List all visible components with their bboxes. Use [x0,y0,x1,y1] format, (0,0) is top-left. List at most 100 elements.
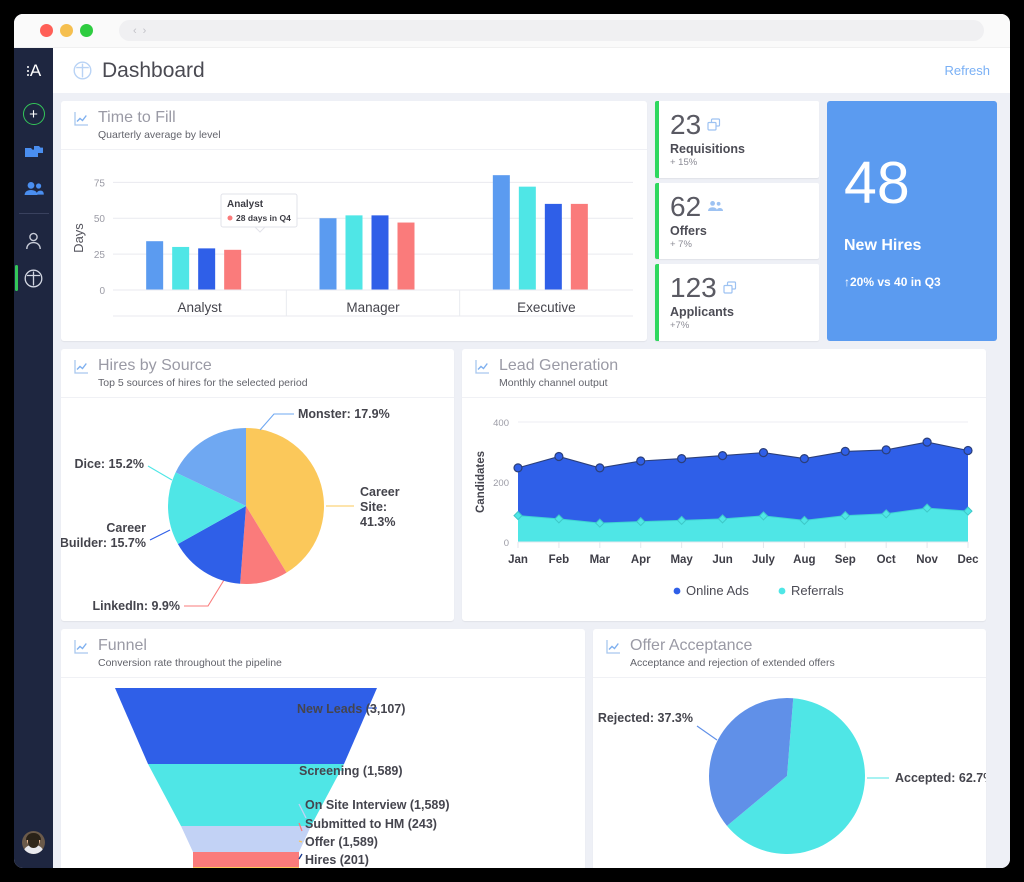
card-subtitle: Quarterly average by level [98,129,221,141]
svg-text:Dice: 15.2%: Dice: 15.2% [75,457,144,471]
kpi-value-row: 23 [670,111,808,139]
line-chart-icon [73,110,90,127]
svg-text:Jun: Jun [712,554,732,566]
hero-label: New Hires [844,237,980,255]
svg-text:Online Ads: Online Ads [686,583,749,598]
line-chart-icon [73,358,90,375]
kpi-label: Requisitions [670,142,808,156]
line-chart-icon [474,358,491,375]
card-title: Offer Acceptance [630,638,835,655]
kpi-value-row: 123 [670,274,808,302]
sidebar-item-candidates[interactable] [23,179,45,199]
kpi-value-row: 62 [670,193,808,221]
line-chart-icon [605,638,622,655]
svg-text:Nov: Nov [916,554,938,566]
svg-text:50: 50 [94,214,106,225]
chart-offer-acceptance[interactable]: Accepted: 62.7%Rejected: 37.3% [593,678,986,868]
card-lead-generation: Lead Generation Monthly channel output 0… [462,349,986,621]
svg-text:28 days in Q4: 28 days in Q4 [236,213,291,223]
chart-funnel[interactable]: New Leads (3,107)Screening (1,589)On Sit… [61,678,585,868]
svg-text:Monster: 17.9%: Monster: 17.9% [298,407,390,421]
svg-text:Manager: Manager [346,300,400,315]
svg-text:Dec: Dec [957,554,979,566]
svg-text:May: May [670,554,693,566]
svg-text:200: 200 [493,478,509,489]
traffic-lights [40,24,93,37]
person-icon [25,232,42,250]
address-bar[interactable]: ‹ › [119,20,984,41]
kpi-requisitions[interactable]: 23 Requisitions + 15% [655,101,819,178]
plus-circle-icon: + [29,107,38,122]
dashboard-row-1: Time to Fill Quarterly average by level … [61,101,1002,341]
hero-value: 48 [844,155,980,211]
chart-hires-by-source[interactable]: CareerSite:41.3%LinkedIn: 9.9%CareerBuil… [61,398,454,626]
refresh-button[interactable]: Refresh [944,63,990,78]
back-arrow-icon[interactable]: ‹ [133,25,137,37]
sidebar-item-dashboard[interactable] [23,268,45,288]
kpi-value: 23 [670,111,701,139]
card-header: Offer Acceptance Acceptance and rejectio… [593,629,986,678]
svg-text:Mar: Mar [590,554,611,566]
svg-text:July: July [752,554,776,566]
svg-text:Submitted to HM (243): Submitted to HM (243) [305,817,437,831]
sidebar-item-profile[interactable] [23,231,45,251]
svg-text:Referrals: Referrals [791,583,844,598]
chart-time-to-fill[interactable]: 0255075DaysAnalystManagerExecutiveAnalys… [61,150,647,346]
svg-text:Career: Career [106,521,146,535]
line-chart-icon [73,638,90,655]
kpi-label: Applicants [670,305,808,319]
kpi-applicants[interactable]: 123 Applicants +7% [655,264,819,341]
svg-text:Builder: 15.7%: Builder: 15.7% [61,536,146,550]
svg-text:Sep: Sep [835,554,856,566]
svg-text:Days: Days [71,222,86,252]
active-indicator [15,265,18,291]
card-hires-by-source: Hires by Source Top 5 sources of hires f… [61,349,454,621]
kpi-delta: + 15% [670,157,808,168]
user-avatar[interactable] [22,831,45,854]
svg-text:On Site Interview (1,589): On Site Interview (1,589) [305,798,450,812]
svg-text:75: 75 [94,178,106,189]
app-logo[interactable]: A [27,61,40,81]
svg-text:Oct: Oct [877,554,896,566]
card-header: Lead Generation Monthly channel output [462,349,986,398]
card-header: Time to Fill Quarterly average by level [61,101,647,150]
people-icon [707,200,724,213]
chart-lead-generation[interactable]: 0200400CandidatesJanFebMarAprMayJunJulyA… [462,398,986,626]
card-header: Funnel Conversion rate throughout the pi… [61,629,585,678]
kpi-delta: +7% [670,320,808,331]
card-subtitle: Monthly channel output [499,377,618,389]
card-subtitle: Conversion rate throughout the pipeline [98,657,282,669]
dashboard-row-2: Hires by Source Top 5 sources of hires f… [61,349,1002,621]
minimize-window-button[interactable] [60,24,73,37]
card-funnel: Funnel Conversion rate throughout the pi… [61,629,585,868]
svg-text:25: 25 [94,250,106,261]
svg-text:Analyst: Analyst [178,300,223,315]
dashboard-icon [73,61,92,80]
maximize-window-button[interactable] [80,24,93,37]
svg-text:Analyst: Analyst [227,199,264,210]
svg-text:Accepted: 62.7%: Accepted: 62.7% [895,771,986,785]
svg-text:Site:: Site: [360,500,387,514]
svg-text:Apr: Apr [631,554,651,566]
forward-arrow-icon[interactable]: › [143,25,147,37]
kpi-offers[interactable]: 62 Offers + 7% [655,183,819,260]
kpi-new-hires[interactable]: 48 New Hires ↑20% vs 40 in Q3 [827,101,997,341]
card-time-to-fill: Time to Fill Quarterly average by level … [61,101,647,341]
card-subtitle: Top 5 sources of hires for the selected … [98,377,308,389]
sidebar-item-add[interactable]: + [23,103,45,125]
page-header: Dashboard Refresh [53,48,1010,93]
dashboard-icon [24,269,43,288]
folders-icon [24,144,44,160]
logo-letter: A [30,61,40,81]
svg-text:Hires (201): Hires (201) [305,853,369,867]
sidebar-item-jobs[interactable] [23,142,45,162]
svg-text:Jan: Jan [508,554,528,566]
close-window-button[interactable] [40,24,53,37]
kpi-value: 123 [670,274,717,302]
logo-dots-icon [27,66,29,76]
kpi-delta: + 7% [670,239,808,250]
people-icon [23,181,45,197]
copy-icon [723,281,739,295]
app-window: ‹ › A + [14,14,1010,868]
card-title: Time to Fill [98,110,221,127]
